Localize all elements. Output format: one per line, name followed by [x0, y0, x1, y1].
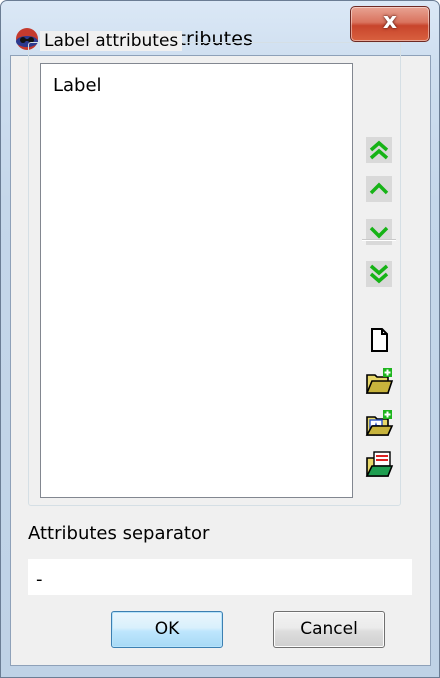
ok-button[interactable]: OK [111, 611, 223, 648]
chevron-up-icon [366, 176, 392, 202]
toolbar-separator [362, 239, 396, 241]
close-button[interactable]: x [350, 6, 430, 42]
separator-label: Attributes separator [28, 523, 210, 544]
edit-list-button[interactable] [364, 449, 394, 479]
group-title: Label attributes [40, 31, 183, 51]
folder-special-icon [365, 410, 394, 436]
folder-list-icon [365, 451, 394, 477]
list-item[interactable]: Label [53, 75, 102, 96]
add-special-button[interactable] [364, 408, 394, 438]
close-icon: x [382, 9, 398, 34]
attributes-list[interactable]: Label [40, 63, 353, 498]
double-chevron-down-icon [366, 261, 392, 287]
cancel-button[interactable]: Cancel [273, 611, 385, 648]
move-top-button[interactable] [364, 135, 394, 165]
separator-input[interactable] [28, 559, 412, 595]
chevron-down-icon [366, 219, 392, 245]
double-chevron-up-icon [366, 137, 392, 163]
move-up-button[interactable] [364, 174, 394, 204]
move-down-button[interactable] [364, 217, 394, 247]
folder-add-icon [365, 368, 394, 394]
move-bottom-button[interactable] [364, 259, 394, 289]
add-from-folder-button[interactable] [364, 366, 394, 396]
new-button[interactable] [364, 325, 394, 355]
new-document-icon [371, 328, 388, 352]
